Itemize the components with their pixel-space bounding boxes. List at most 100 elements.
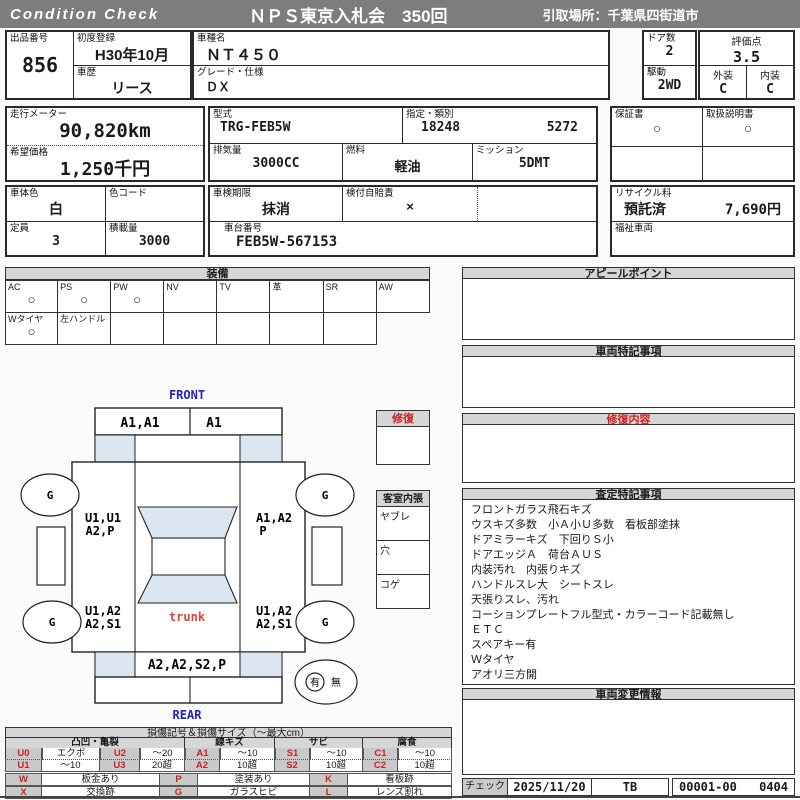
vehicle-notes-body bbox=[462, 357, 795, 408]
equipment-item-label: PS bbox=[60, 282, 73, 292]
warranty-mark: ○ bbox=[652, 120, 662, 136]
lot-cell: 出品番号 856 bbox=[7, 32, 73, 98]
lot-number: 856 bbox=[21, 53, 59, 77]
score-cell: 評価点 3.5 bbox=[700, 32, 793, 66]
manual-empty-cell bbox=[702, 146, 793, 180]
price-cell: 希望価格 1,250千円 bbox=[7, 146, 203, 180]
sheet-bottom-rule bbox=[0, 796, 800, 798]
drive-value: 2WD bbox=[657, 78, 682, 93]
check-inspector: TB bbox=[592, 778, 669, 796]
cabin-row-burn: コゲ bbox=[376, 575, 430, 609]
cab-left-damage: A1,A1 bbox=[120, 416, 159, 431]
equipment-cell: AC ○ bbox=[5, 280, 59, 313]
manual-mark: ○ bbox=[743, 120, 753, 136]
type-table: 型式 TRG-FEB5W 指定・類別 18248 5272 排気量 3000CC… bbox=[208, 106, 598, 182]
model-value: ＮＴ４５０ bbox=[206, 47, 282, 64]
price-value: 1,250千円 bbox=[59, 159, 151, 180]
legend-size-row: U0 エクボ U2 ～20 A1 ～10 S1 ～10 C1 ～10 bbox=[5, 748, 452, 760]
model-label: 車種名 bbox=[197, 33, 226, 44]
repair-box-body bbox=[376, 427, 430, 465]
assessment-line: コーションプレートフル型式・カラーコード記載無し bbox=[471, 609, 735, 621]
assessment-line: ハンドルスレ大 シートスレ bbox=[471, 579, 614, 591]
history-cell: 車歴 リース bbox=[73, 65, 190, 98]
insurance-label: 検付自賠責 bbox=[346, 188, 394, 199]
appeal-header: アピールポイント bbox=[462, 267, 795, 280]
equipment-title: 装備 bbox=[206, 268, 229, 280]
displacement-label: 排気量 bbox=[213, 145, 242, 156]
equipment-cell: SR bbox=[323, 280, 377, 313]
legend-code: P bbox=[160, 773, 198, 786]
legend-code-row: W 板金あり P 塗装あり K 看板跡 bbox=[5, 773, 452, 786]
model-table: 車種名 ＮＴ４５０ グレード・仕様 ＤＸ bbox=[192, 30, 610, 100]
left-mirror bbox=[36, 526, 66, 586]
history-label: 車歴 bbox=[77, 67, 97, 78]
assessment-line: アオリ三方開 bbox=[471, 669, 537, 681]
doors-drive-table: ドア数 2 駆動 2WD bbox=[642, 30, 697, 100]
assessment-line: ＥＴＣ bbox=[471, 624, 504, 636]
check-date: 2025/11/20 bbox=[508, 778, 592, 796]
legend-size: ～10 bbox=[220, 748, 275, 760]
repair-box-header: 修復 bbox=[376, 410, 430, 427]
equipment-cell bbox=[164, 312, 218, 345]
type-label: 型式 bbox=[213, 109, 233, 120]
fuel-cell: 燃料 軽油 bbox=[342, 143, 472, 180]
check-code-box: 00001-00 0404 bbox=[672, 778, 795, 796]
appeal-body bbox=[462, 279, 795, 340]
cab-right-damage: A1 bbox=[206, 416, 222, 431]
welfare-label: 福祉車両 bbox=[615, 223, 654, 234]
legend-size: ～10 bbox=[398, 748, 452, 760]
grade-label: グレード・仕様 bbox=[197, 67, 264, 78]
legend-size: ～10 bbox=[42, 760, 100, 772]
recycle-cell: リサイクル料 預託済 7,690円 bbox=[612, 187, 793, 221]
drive-cell: 駆動 2WD bbox=[644, 65, 695, 98]
insurance-mark: × bbox=[406, 199, 414, 214]
first-reg-value: H30年10月 bbox=[94, 47, 170, 64]
legend-code: U2 bbox=[100, 748, 140, 760]
front-left-tire-mark: G bbox=[47, 489, 54, 502]
equipment-cell bbox=[323, 312, 377, 345]
legend-code: A1 bbox=[185, 748, 220, 760]
legend-size-table: U0 エクボ U2 ～20 A1 ～10 S1 ～10 C1 ～10 U1 ～10 U3 20超 A2 10超… bbox=[5, 748, 452, 772]
cabin-row-hole-label: 穴 bbox=[380, 546, 390, 557]
legend-code: U0 bbox=[5, 748, 42, 760]
assessment-line: フロントガラス飛石キズ bbox=[471, 504, 592, 516]
legend-size-row: U1 ～10 U3 20超 A2 10超 S2 10超 C2 10超 bbox=[5, 760, 452, 772]
right-bed-damage-2: A2,S1 bbox=[256, 617, 292, 631]
body-color-label: 車体色 bbox=[10, 188, 39, 199]
legend-size: ～20 bbox=[140, 748, 185, 760]
left-door-damage-1: U1,U1 bbox=[85, 511, 121, 525]
displacement-cell: 排気量 3000CC bbox=[210, 143, 342, 180]
doors-value: 2 bbox=[665, 44, 674, 59]
color-code-cell: 色コード bbox=[105, 187, 203, 221]
equipment-item-label: Wタイヤ bbox=[8, 314, 44, 324]
assessment-line: 内装汚れ 内張りキズ bbox=[471, 564, 581, 576]
right-door-damage-1: A1,A2 bbox=[256, 511, 292, 525]
legend-desc: 看板跡 bbox=[348, 773, 452, 786]
equipment-item-label: AW bbox=[378, 282, 393, 292]
inspection-table: 車検期限 抹消 検付自賠責 × 車台番号 FEB5W-567153 bbox=[208, 185, 598, 257]
presence-badge bbox=[294, 659, 358, 705]
assessment-line: ドアエッジＡ 荷台ＡＵＳ bbox=[471, 549, 603, 561]
exterior-label: 外装 bbox=[713, 71, 733, 82]
grade-value: ＤＸ bbox=[206, 80, 231, 94]
legend-code: U3 bbox=[100, 760, 140, 772]
load-value: 3000 bbox=[138, 234, 171, 249]
legend-code: C1 bbox=[363, 748, 398, 760]
equipment-cell bbox=[270, 312, 324, 345]
assessment-line: 天張りスレ、汚れ bbox=[471, 594, 559, 606]
auction-title: ＮＰＳ東京入札会 350回 bbox=[249, 6, 448, 26]
capacity-cell: 定員 3 bbox=[7, 221, 105, 255]
equipment-item-label: 革 bbox=[272, 282, 282, 292]
brand-logo: Condition Check bbox=[10, 5, 160, 23]
rear-window bbox=[137, 574, 238, 604]
legend-desc: 塗装あり bbox=[198, 773, 310, 786]
odo-price-table: 走行メーター 90,820km 希望価格 1,250千円 bbox=[5, 106, 205, 182]
cab-roof bbox=[151, 537, 226, 576]
equipment-cell: AW bbox=[376, 280, 430, 313]
class-value-2: 5272 bbox=[546, 120, 578, 135]
doors-cell: ドア数 2 bbox=[644, 32, 695, 65]
model-cell: 車種名 ＮＴ４５０ bbox=[194, 32, 608, 65]
cabin-box-header: 客室内張 bbox=[376, 490, 430, 507]
vin-label: 車台番号 bbox=[224, 223, 263, 234]
mission-cell: ミッション 5DMT bbox=[472, 143, 596, 180]
